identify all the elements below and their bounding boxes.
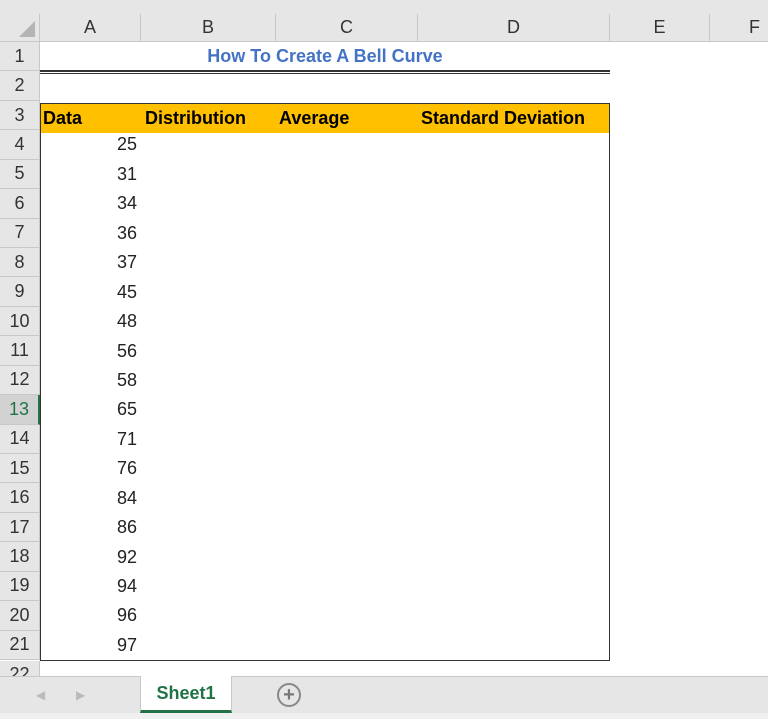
header-average[interactable]: Average [279, 103, 349, 133]
row-header-13[interactable]: 13 [0, 395, 40, 425]
column-header-E[interactable]: E [610, 14, 710, 42]
data-cell-A19[interactable]: 94 [40, 572, 141, 601]
row-header-18[interactable]: 18 [0, 542, 40, 572]
scroll-tabs-right-icon[interactable]: ▶ [76, 688, 85, 702]
sheet-title[interactable]: How To Create A Bell Curve [40, 42, 610, 71]
row-header-12[interactable]: 12 [0, 365, 40, 396]
column-header-F[interactable]: F [710, 14, 768, 42]
row-header-4[interactable]: 4 [0, 130, 40, 160]
header-standard-deviation[interactable]: Standard Deviation [421, 103, 585, 133]
data-cell-A14[interactable]: 71 [40, 425, 141, 454]
row-header-16[interactable]: 16 [0, 483, 40, 513]
data-cell-A10[interactable]: 48 [40, 307, 141, 336]
row-header-22[interactable]: 22 [0, 661, 40, 676]
data-cell-A13[interactable]: 65 [40, 395, 141, 424]
sheet-tab-bar [0, 676, 768, 714]
sheet-tab-sheet1[interactable]: Sheet1 [140, 676, 232, 713]
data-cell-A8[interactable]: 37 [40, 248, 141, 277]
data-cell-A16[interactable]: 84 [40, 483, 141, 512]
status-edge [0, 713, 768, 719]
data-cell-A4[interactable]: 25 [40, 130, 141, 159]
row-header-6[interactable]: 6 [0, 189, 40, 219]
row-header-20[interactable]: 20 [0, 601, 40, 631]
row-header-21[interactable]: 21 [0, 630, 40, 661]
ribbon-edge [0, 0, 768, 14]
data-cell-A17[interactable]: 86 [40, 513, 141, 542]
data-cell-A20[interactable]: 96 [40, 601, 141, 630]
data-cell-A11[interactable]: 56 [40, 336, 141, 365]
row-header-2[interactable]: 2 [0, 71, 40, 101]
row-header-14[interactable]: 14 [0, 424, 40, 454]
row-header-15[interactable]: 15 [0, 454, 40, 484]
row-header-1[interactable]: 1 [0, 42, 40, 72]
data-cell-A6[interactable]: 34 [40, 189, 141, 218]
data-cell-A5[interactable]: 31 [40, 160, 141, 189]
row-header-9[interactable]: 9 [0, 277, 40, 307]
data-cell-A21[interactable]: 97 [40, 631, 141, 660]
column-header-B[interactable]: B [141, 14, 276, 42]
header-data[interactable]: Data [43, 103, 82, 133]
column-header-C[interactable]: C [276, 14, 418, 42]
row-header-11[interactable]: 11 [0, 336, 40, 366]
scroll-tabs-left-icon[interactable]: ◀ [36, 688, 45, 702]
plus-circle-icon[interactable]: + [277, 683, 301, 707]
column-header-A[interactable]: A [40, 14, 141, 42]
header-distribution[interactable]: Distribution [145, 103, 246, 133]
data-cell-A7[interactable]: 36 [40, 219, 141, 248]
row-header-10[interactable]: 10 [0, 306, 40, 337]
row-header-8[interactable]: 8 [0, 248, 40, 278]
row-header-7[interactable]: 7 [0, 218, 40, 248]
column-header-D[interactable]: D [418, 14, 610, 42]
title-double-border [40, 70, 610, 74]
data-cell-A15[interactable]: 76 [40, 454, 141, 483]
row-header-3[interactable]: 3 [0, 100, 40, 131]
data-cell-A18[interactable]: 92 [40, 542, 141, 571]
data-cell-A9[interactable]: 45 [40, 277, 141, 306]
row-header-17[interactable]: 17 [0, 512, 40, 543]
select-all-button[interactable] [0, 14, 40, 42]
row-header-5[interactable]: 5 [0, 159, 40, 190]
data-cell-A12[interactable]: 58 [40, 366, 141, 395]
row-header-19[interactable]: 19 [0, 571, 40, 602]
